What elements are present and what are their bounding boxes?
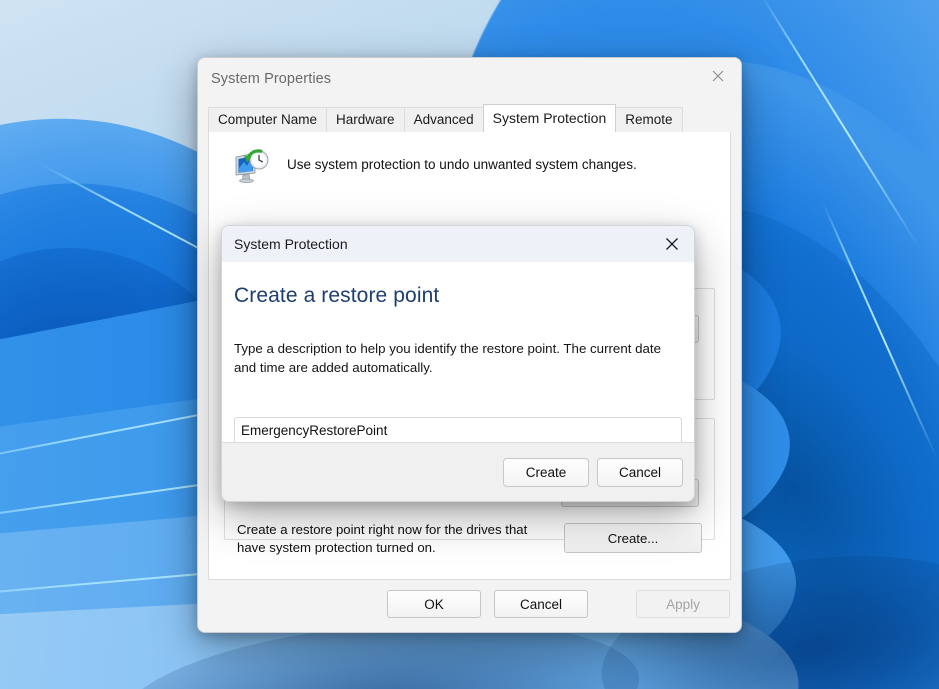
restore-point-description-input[interactable] xyxy=(234,417,682,445)
create-restore-point-button[interactable]: Create... xyxy=(564,523,702,553)
create-restore-point-row: Create a restore point right now for the… xyxy=(224,519,715,565)
close-icon[interactable] xyxy=(695,58,741,94)
intro-row: Use system protection to undo unwanted s… xyxy=(221,144,718,198)
tab-hardware[interactable]: Hardware xyxy=(326,107,405,132)
tab-remote[interactable]: Remote xyxy=(615,107,683,132)
modal-create-button[interactable]: Create xyxy=(503,458,589,487)
tabstrip: Computer Name Hardware Advanced System P… xyxy=(208,104,731,133)
window-titlebar: System Properties xyxy=(198,58,741,102)
tab-advanced[interactable]: Advanced xyxy=(403,107,484,132)
modal-heading: Create a restore point xyxy=(234,284,440,307)
apply-button: Apply xyxy=(636,590,730,618)
dialog-button-bar: OK Cancel Apply xyxy=(198,580,741,632)
window-title: System Properties xyxy=(211,71,332,87)
modal-cancel-button[interactable]: Cancel xyxy=(597,458,683,487)
system-protection-modal: System Protection Create a restore point… xyxy=(221,225,695,502)
create-restore-point-text: Create a restore point right now for the… xyxy=(237,522,528,555)
intro-text: Use system protection to undo unwanted s… xyxy=(287,157,637,172)
tab-computer-name[interactable]: Computer Name xyxy=(208,107,328,132)
cancel-button[interactable]: Cancel xyxy=(494,590,588,618)
system-restore-icon xyxy=(233,148,271,184)
modal-body: Create a restore point Type a descriptio… xyxy=(222,262,694,445)
modal-title: System Protection xyxy=(234,236,348,252)
description-input-wrapper xyxy=(234,417,682,445)
tab-system-protection[interactable]: System Protection xyxy=(482,104,617,132)
close-icon[interactable] xyxy=(650,226,694,261)
modal-description: Type a description to help you identify … xyxy=(234,341,661,375)
modal-footer: Create Cancel xyxy=(222,442,694,501)
ok-button[interactable]: OK xyxy=(387,590,481,618)
modal-titlebar: System Protection xyxy=(222,226,694,263)
